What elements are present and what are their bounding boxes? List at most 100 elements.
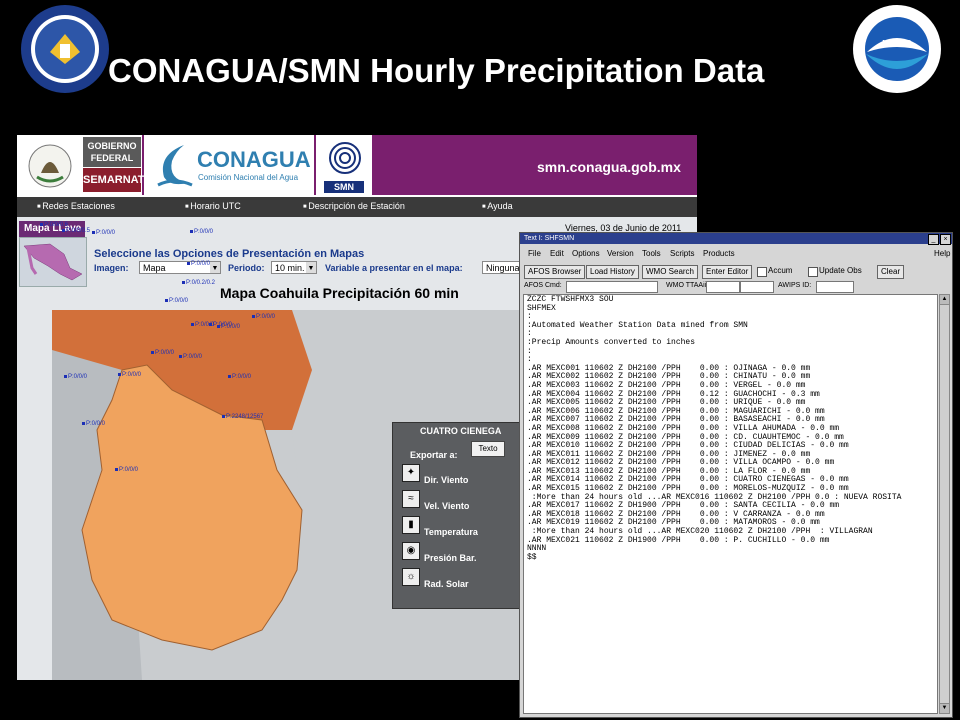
vel-viento-link[interactable]: Vel. Viento	[424, 501, 469, 511]
slide-title: CONAGUA/SMN Hourly Precipitation Data	[108, 52, 765, 89]
station-label[interactable]: P:0/0/0	[228, 374, 251, 380]
nav-descripcion-estacion[interactable]: Descripción de Estación	[303, 201, 405, 211]
temperatura-link[interactable]: Temperatura	[424, 527, 478, 537]
load-history-button[interactable]: Load History	[586, 265, 639, 279]
smn-spiral-icon	[329, 142, 361, 174]
station-marker-icon	[182, 280, 185, 284]
station-marker-icon	[151, 350, 154, 354]
station-label[interactable]: P:0/0/0	[165, 298, 188, 304]
wind-speed-icon[interactable]: ≈	[402, 490, 420, 508]
enter-editor-button[interactable]: Enter Editor	[702, 265, 753, 279]
update-obs-checkbox[interactable]	[808, 267, 818, 277]
menu-file[interactable]: File	[528, 249, 541, 258]
station-marker-icon	[118, 372, 121, 376]
afos-browser-button[interactable]: AFOS Browser	[524, 265, 586, 279]
station-marker-icon	[222, 414, 225, 418]
station-marker-icon	[40, 222, 43, 226]
imagen-label: Imagen:	[94, 263, 129, 273]
station-marker-icon	[228, 374, 231, 378]
variable-label: Variable a presentar en el mapa:	[325, 263, 463, 273]
station-label[interactable]: P:0/0/0	[118, 372, 141, 378]
rad-solar-link[interactable]: Rad. Solar	[424, 579, 469, 589]
variable-select[interactable]: Ninguna	[482, 261, 522, 274]
station-label[interactable]: P:0/0/0.5	[62, 228, 90, 234]
conagua-subtitle: Comisión Nacional del Agua	[198, 173, 299, 182]
station-label[interactable]: P:0/0.2/0.2	[182, 280, 215, 286]
mexican-coat-of-arms-icon	[28, 144, 72, 188]
menu-help[interactable]: Help	[934, 249, 950, 258]
window-title: Text I: SHFSMN	[524, 235, 575, 242]
afos-cmd-label: AFOS Cmd:	[524, 282, 562, 289]
station-marker-icon	[165, 298, 168, 302]
smn-label: SMN	[324, 181, 364, 193]
text-workstation-window: Text I: SHFSMN _ × File Edit Options Ver…	[519, 232, 953, 718]
wmo-cccc-input[interactable]	[740, 281, 774, 293]
station-label[interactable]: P:2248/12567	[222, 414, 263, 420]
semarnat-label: SEMARNAT	[83, 168, 145, 192]
station-marker-icon	[92, 230, 95, 234]
station-label[interactable]: P:0/0/0	[187, 261, 210, 267]
nav-ayuda[interactable]: Ayuda	[482, 201, 512, 211]
variable-value: Ninguna	[486, 263, 520, 273]
scroll-up-icon[interactable]: ▲	[940, 295, 949, 305]
station-label[interactable]: P:0/0/0	[151, 350, 174, 356]
station-marker-icon	[64, 374, 67, 378]
menu-options[interactable]: Options	[572, 249, 600, 258]
map-title: Mapa Coahuila Precipitación 60 min	[220, 285, 459, 301]
station-marker-icon	[191, 322, 194, 326]
menu-version[interactable]: Version	[607, 249, 634, 258]
barometer-icon[interactable]: ◉	[402, 542, 420, 560]
clear-button[interactable]: Clear	[877, 265, 905, 279]
chevron-down-icon: ▼	[306, 262, 316, 273]
station-marker-icon	[82, 421, 85, 425]
gobierno-federal-label: GOBIERNO FEDERAL	[83, 137, 141, 167]
station-label[interactable]: P:0/0/0	[92, 230, 115, 236]
station-marker-icon	[209, 322, 212, 326]
minimize-icon[interactable]: _	[928, 234, 939, 245]
wmo-search-button[interactable]: WMO Search	[642, 265, 699, 279]
afos-cmd-input[interactable]	[566, 281, 658, 293]
wind-direction-icon[interactable]: ✦	[402, 464, 420, 482]
accum-label: Accum	[768, 266, 793, 275]
department-of-commerce-seal	[20, 4, 110, 94]
scroll-down-icon[interactable]: ▼	[940, 703, 949, 713]
station-marker-icon	[187, 261, 190, 265]
update-obs-label: Update Obs	[819, 266, 862, 275]
station-label[interactable]: P:0/0/0	[252, 314, 275, 320]
station-marker-icon	[252, 314, 255, 318]
conagua-wave-icon	[157, 145, 193, 187]
station-label[interactable]: P:0/0/0	[82, 421, 105, 427]
station-label[interactable]: P:0/0/0	[179, 354, 202, 360]
sun-icon[interactable]: ☼	[402, 568, 420, 586]
dir-viento-link[interactable]: Dir. Viento	[424, 475, 468, 485]
station-label[interactable]: P:0/0/0	[115, 467, 138, 473]
menu-edit[interactable]: Edit	[550, 249, 564, 258]
station-label[interactable]: P:0/0/0	[190, 229, 213, 235]
nav-horario-utc[interactable]: Horario UTC	[185, 201, 241, 211]
menu-tools[interactable]: Tools	[642, 249, 661, 258]
menu-scripts[interactable]: Scripts	[670, 249, 694, 258]
conagua-name: CONAGUA	[197, 147, 311, 172]
periodo-value: 10 min.	[275, 263, 305, 273]
awips-id-input[interactable]	[816, 281, 854, 293]
exportar-label: Exportar a:	[410, 450, 458, 460]
station-marker-icon	[179, 354, 182, 358]
thermometer-icon[interactable]: ▮	[402, 516, 420, 534]
close-icon[interactable]: ×	[940, 234, 951, 245]
mexico-thumbnail-map[interactable]	[19, 237, 87, 287]
periodo-select[interactable]: 10 min. ▼	[271, 261, 317, 274]
text-scrollbar[interactable]: ▲ ▼	[939, 294, 950, 714]
product-text-area[interactable]: ZCZC FTWSHFMX3 SOU SHFMEX : :Automated W…	[523, 294, 938, 714]
texto-button[interactable]: Texto	[471, 441, 505, 457]
station-label[interactable]: P:0/0/0	[64, 374, 87, 380]
window-titlebar[interactable]: Text I: SHFSMN _ ×	[520, 233, 952, 245]
menu-products[interactable]: Products	[703, 249, 735, 258]
nav-redes-estaciones[interactable]: Redes Estaciones	[37, 201, 115, 211]
wmo-ttaaii-input[interactable]	[706, 281, 740, 293]
presion-bar-link[interactable]: Presión Bar.	[424, 553, 477, 563]
options-title: Seleccione las Opciones de Presentación …	[94, 248, 365, 260]
station-label[interactable]: P:0/0/0	[217, 324, 240, 330]
station-marker-icon	[217, 324, 220, 328]
accum-checkbox[interactable]	[757, 267, 767, 277]
svg-text:noaa: noaa	[882, 35, 913, 50]
